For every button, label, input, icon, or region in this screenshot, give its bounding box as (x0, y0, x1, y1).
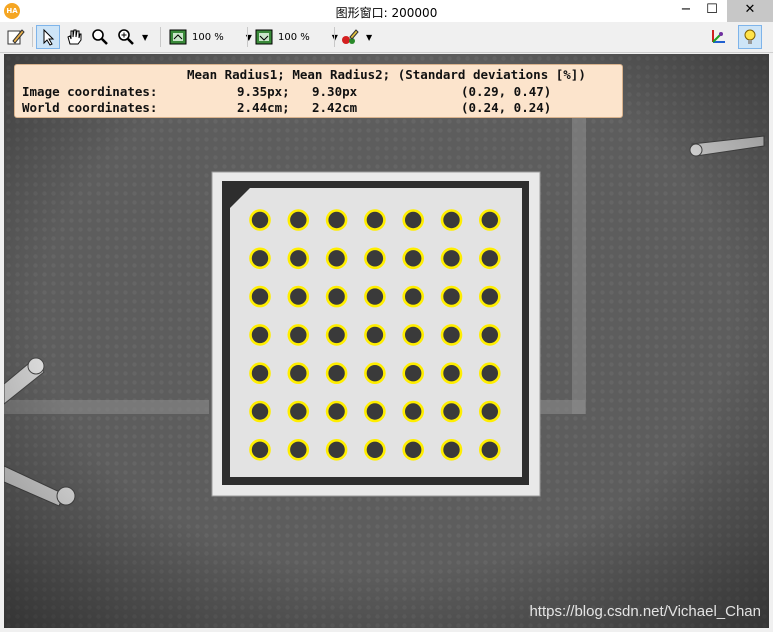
magnify-icon[interactable] (88, 25, 112, 49)
paint-dropdown-icon[interactable]: ▼ (366, 33, 372, 42)
maximize-button[interactable]: ☐ (698, 0, 726, 22)
toolbar-separator (334, 27, 335, 47)
vignette (4, 54, 769, 628)
minimize-button[interactable]: − (672, 0, 700, 22)
camera-image (4, 54, 769, 628)
window-title: 图形窗口: 200000 (335, 6, 438, 20)
zoom-image-icon[interactable] (252, 25, 276, 49)
graphics-viewport[interactable]: Mean Radius1; Mean Radius2; (Standard de… (4, 54, 769, 628)
watermark-text: https://blog.csdn.net/Vichael_Chan (529, 603, 761, 620)
close-button[interactable]: ✕ (727, 0, 773, 22)
pointer-icon[interactable] (36, 25, 60, 49)
toolbar-separator (32, 27, 33, 47)
world-coords-label: World coordinates: (22, 100, 158, 115)
toolbar-separator (247, 27, 248, 47)
toolbar: ▼ 100 % ▼ 100 % ▼ ▼ (0, 22, 773, 53)
zoom-image-value: 100 % (278, 31, 310, 43)
zoom-in-dropdown-icon[interactable]: ▼ (142, 33, 148, 42)
image-coords-radius2: 9.30px (312, 84, 358, 99)
lightbulb-icon[interactable] (738, 25, 762, 49)
zoom-in-icon[interactable] (114, 25, 138, 49)
toolbar-separator (160, 27, 161, 47)
world-coords-radius2: 2.42cm (312, 100, 358, 115)
image-coords-radius1: 9.35px; (237, 84, 290, 99)
coordinate-axes-icon[interactable] (706, 25, 730, 49)
overlay-header: Mean Radius1; Mean Radius2; (Standard de… (187, 67, 586, 82)
paint-icon[interactable] (338, 25, 362, 49)
hand-icon[interactable] (62, 25, 86, 49)
zoom-window-icon[interactable] (166, 25, 190, 49)
image-coords-deviation: (0.29, 0.47) (461, 84, 552, 99)
calibration-info-overlay: Mean Radius1; Mean Radius2; (Standard de… (14, 64, 623, 118)
zoom-window-value: 100 % (192, 31, 224, 43)
zoom-window-control[interactable]: 100 % ▼ (166, 25, 252, 49)
world-coords-radius1: 2.44cm; (237, 100, 290, 115)
edit-icon[interactable] (4, 25, 28, 49)
image-coords-label: Image coordinates: (22, 84, 158, 99)
world-coords-deviation: (0.24, 0.24) (461, 100, 552, 115)
zoom-image-control[interactable]: 100 % ▼ (252, 25, 338, 49)
title-bar: HA 图形窗口: 200000 − ☐ ✕ (0, 0, 773, 23)
